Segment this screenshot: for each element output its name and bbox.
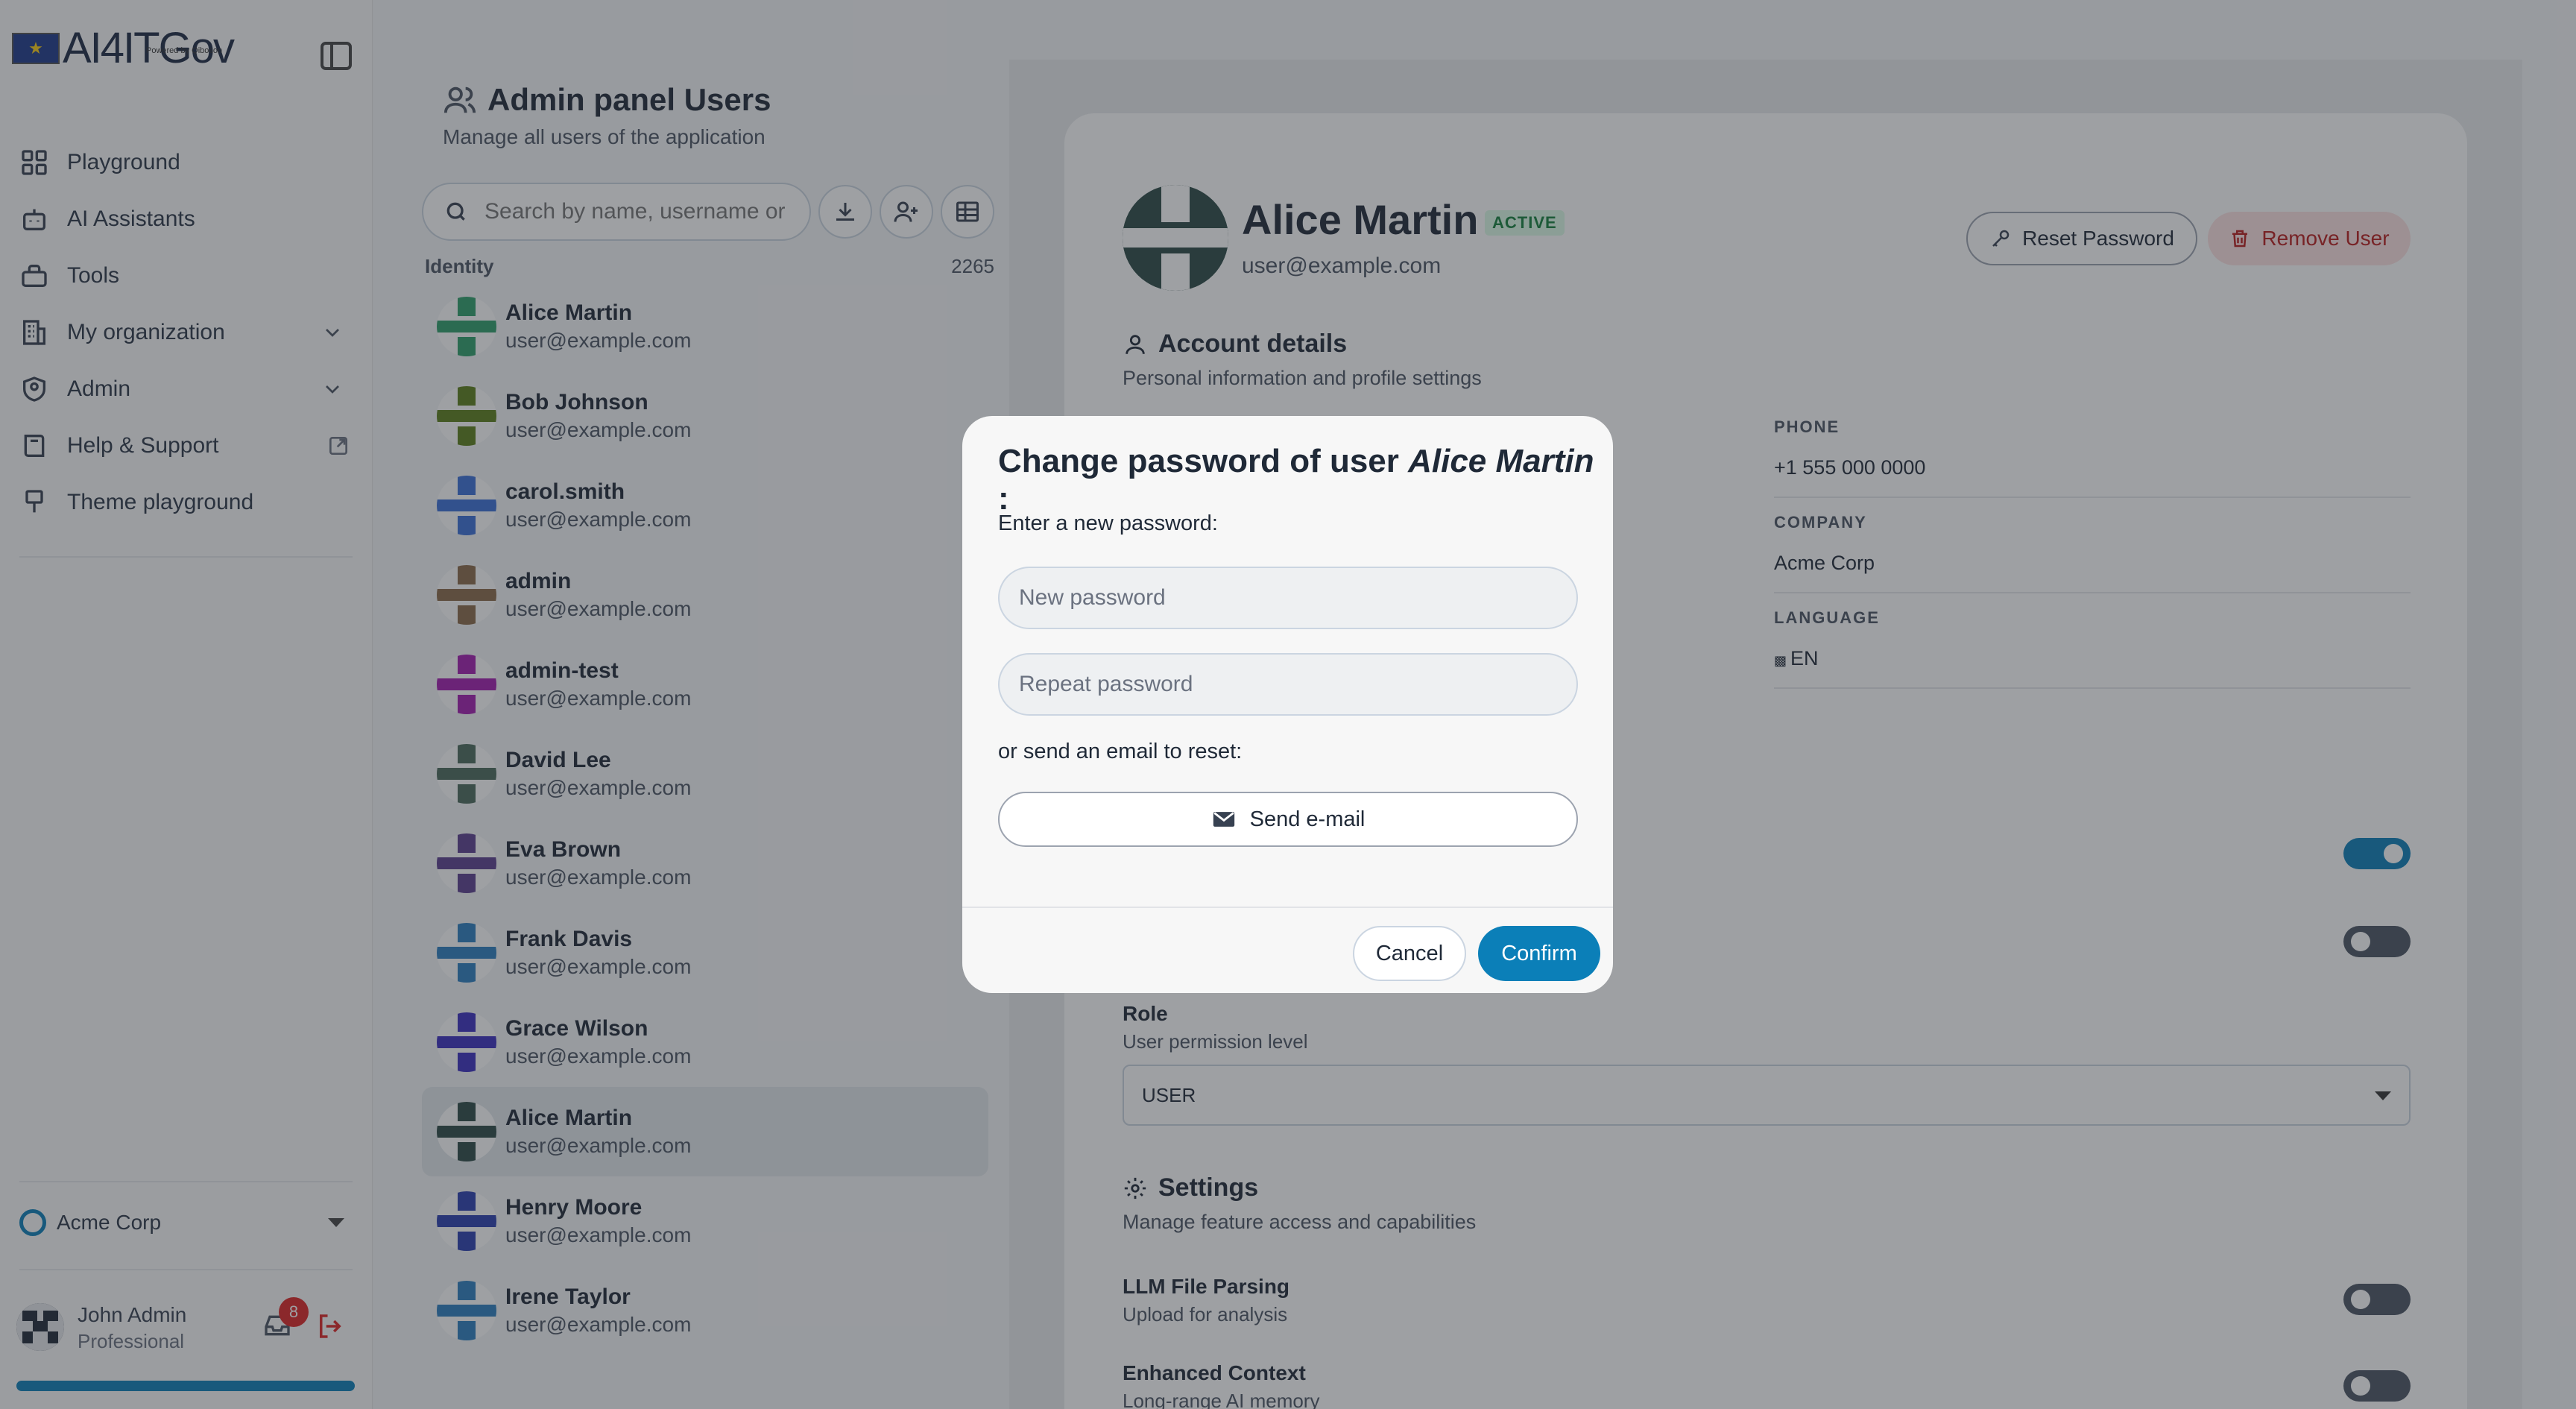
dialog-title-user: Alice Martin [1408,443,1594,479]
send-email-label-text: Send e-mail [1249,807,1366,831]
dialog-divider [962,907,1613,908]
mail-icon [1213,812,1234,827]
cancel-button[interactable]: Cancel [1353,926,1466,981]
repeat-password-input[interactable] [998,653,1578,716]
dialog-title: Change password of user Alice Martin : [998,443,1613,517]
confirm-button[interactable]: Confirm [1478,926,1600,981]
dialog-title-prefix: Change password of user [998,443,1409,479]
send-email-label: or send an email to reset: [998,740,1243,763]
enter-password-label: Enter a new password: [998,511,1218,535]
send-email-button[interactable]: Send e-mail [998,792,1578,847]
new-password-input[interactable] [998,567,1578,629]
change-password-dialog: Change password of user Alice Martin : E… [962,416,1613,993]
